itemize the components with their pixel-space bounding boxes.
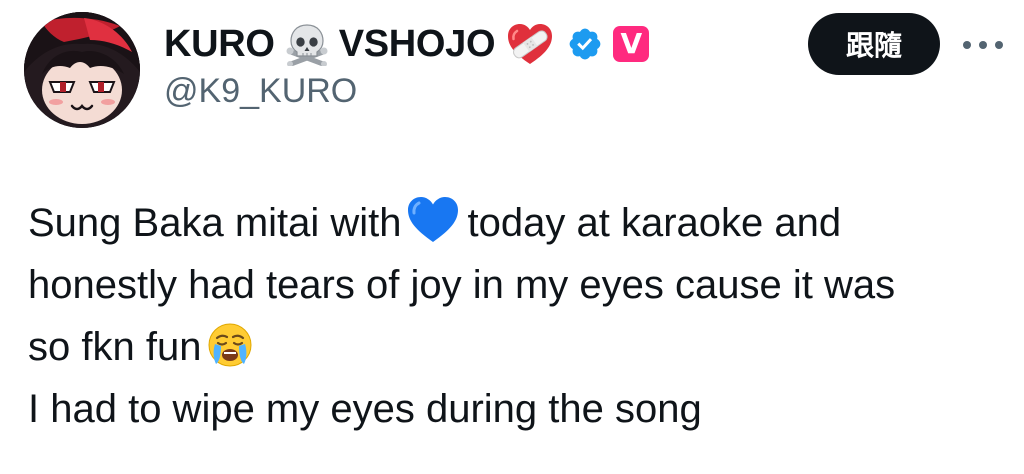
more-dots-icon xyxy=(963,41,1003,49)
display-name-part1[interactable]: KURO xyxy=(164,23,275,66)
tweet-line-4: I had to wipe my eyes during the song xyxy=(28,387,702,431)
author-handle[interactable]: @K9_KURO xyxy=(164,72,357,111)
display-name-part2[interactable]: VSHOJO xyxy=(339,23,496,66)
tweet-text-segment: today at karaoke and xyxy=(467,201,842,245)
tweet-text-segment: so fkn fun xyxy=(28,325,202,369)
tweet-line-3: so fkn fun xyxy=(28,316,1008,378)
follow-button[interactable]: 跟隨 xyxy=(808,13,940,75)
author-name-row[interactable]: KURO VSHOJO V xyxy=(164,20,650,68)
verified-badge-icon[interactable] xyxy=(567,26,603,62)
blue-heart-icon xyxy=(406,196,460,244)
tweet-line-2: honestly had tears of joy in my eyes cau… xyxy=(28,263,896,307)
avatar[interactable] xyxy=(24,12,140,128)
avatar-image xyxy=(24,12,140,128)
vshojo-badge-icon[interactable]: V xyxy=(613,26,650,62)
tweet-text: Sung Baka mitai with today at karaoke an… xyxy=(28,192,1008,440)
tweet-text-segment: Sung Baka mitai with xyxy=(28,201,402,245)
mending-heart-icon xyxy=(505,22,555,66)
tweet-line-1: Sung Baka mitai with today at karaoke an… xyxy=(28,192,1008,254)
crying-face-icon xyxy=(207,322,253,368)
more-options-button[interactable] xyxy=(958,28,1008,62)
tweet-card: KURO VSHOJO V @K9_KURO 跟隨 Sung Baka mita… xyxy=(0,0,1024,474)
skull-crossbones-icon xyxy=(285,22,329,66)
